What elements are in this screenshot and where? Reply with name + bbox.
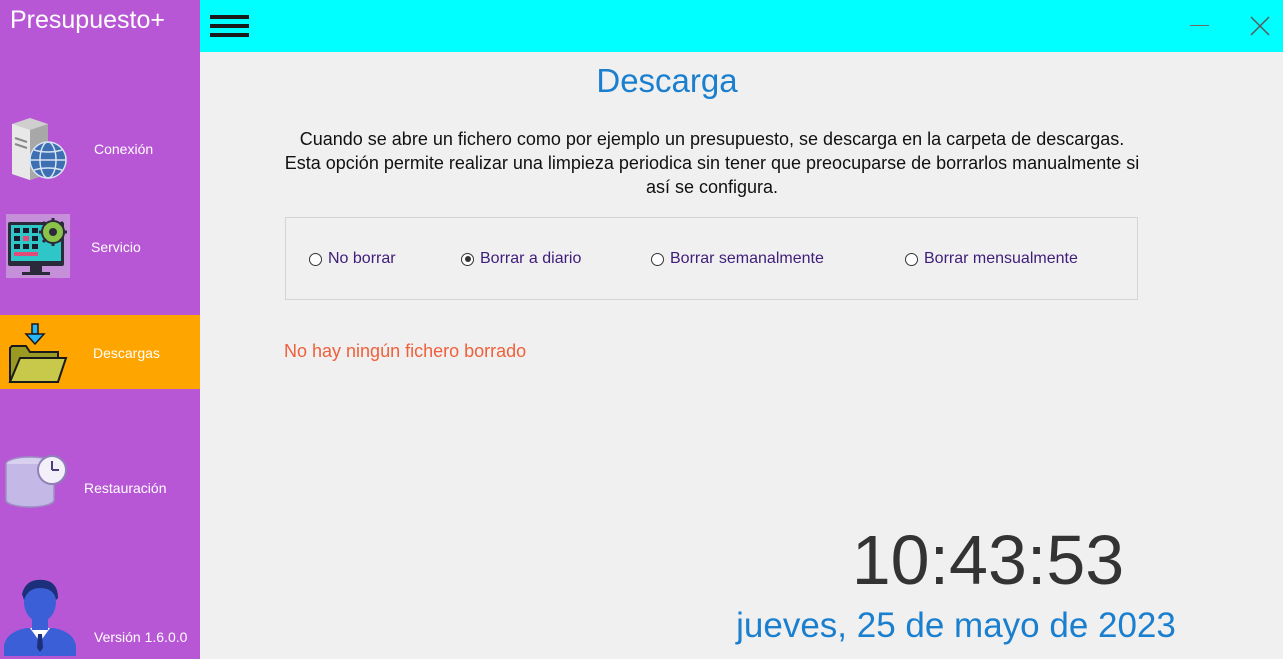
- sidebar-item-descargas[interactable]: Descargas: [0, 315, 200, 389]
- clock-time: 10:43:53: [851, 521, 1125, 599]
- sidebar-item-label: Servicio: [91, 239, 141, 255]
- radio-borrar-semanalmente[interactable]: Borrar semanalmente: [651, 249, 824, 269]
- server-globe-icon: [12, 118, 67, 180]
- minimize-icon[interactable]: [1188, 14, 1212, 38]
- radio-borrar-mensualmente[interactable]: Borrar mensualmente: [905, 249, 1078, 269]
- hamburger-icon[interactable]: [210, 12, 250, 42]
- clock-date: jueves, 25 de mayo de 2023: [736, 606, 1176, 645]
- sidebar-item-label: Conexión: [94, 141, 154, 157]
- radio-circle[interactable]: [905, 252, 918, 266]
- radio-label: No borrar: [328, 250, 396, 267]
- sidebar-item-servicio[interactable]: Servicio: [0, 212, 200, 280]
- monitor-gear-icon: [6, 214, 70, 278]
- radio-no-borrar[interactable]: No borrar: [309, 249, 396, 269]
- radio-label: Borrar semanalmente: [670, 250, 824, 267]
- page-title: Descarga: [596, 62, 738, 99]
- sidebar-item-restauracion[interactable]: Restauración: [0, 450, 200, 520]
- version-label: Versión 1.6.0.0: [94, 629, 188, 645]
- sidebar-item-label: Restauración: [84, 480, 167, 496]
- radio-circle[interactable]: [309, 252, 322, 266]
- description-text: Cuando se abre un fichero como por ejemp…: [284, 129, 1140, 197]
- radio-circle[interactable]: [461, 252, 474, 266]
- folder-download-icon: [8, 323, 68, 383]
- sidebar-item-conexion[interactable]: Conexión: [0, 112, 200, 184]
- radio-label: Borrar a diario: [480, 250, 582, 267]
- delete-options-group: No borrar Borrar a diario Borrar semanal…: [285, 217, 1138, 300]
- app-title: Presupuesto+: [10, 6, 165, 34]
- user-avatar-icon: [4, 579, 76, 656]
- radio-circle[interactable]: [651, 252, 664, 266]
- radio-borrar-a-diario[interactable]: Borrar a diario: [461, 249, 581, 269]
- top-bar: [200, 0, 1283, 52]
- sidebar-item-label: Descargas: [93, 345, 160, 361]
- database-clock-icon: [5, 455, 67, 508]
- radio-label: Borrar mensualmente: [924, 250, 1078, 267]
- close-icon[interactable]: [1248, 14, 1272, 38]
- sidebar: Presupuesto+ Conexión Servicio Descargas…: [0, 0, 200, 659]
- status-message: No hay ningún fichero borrado: [284, 341, 527, 361]
